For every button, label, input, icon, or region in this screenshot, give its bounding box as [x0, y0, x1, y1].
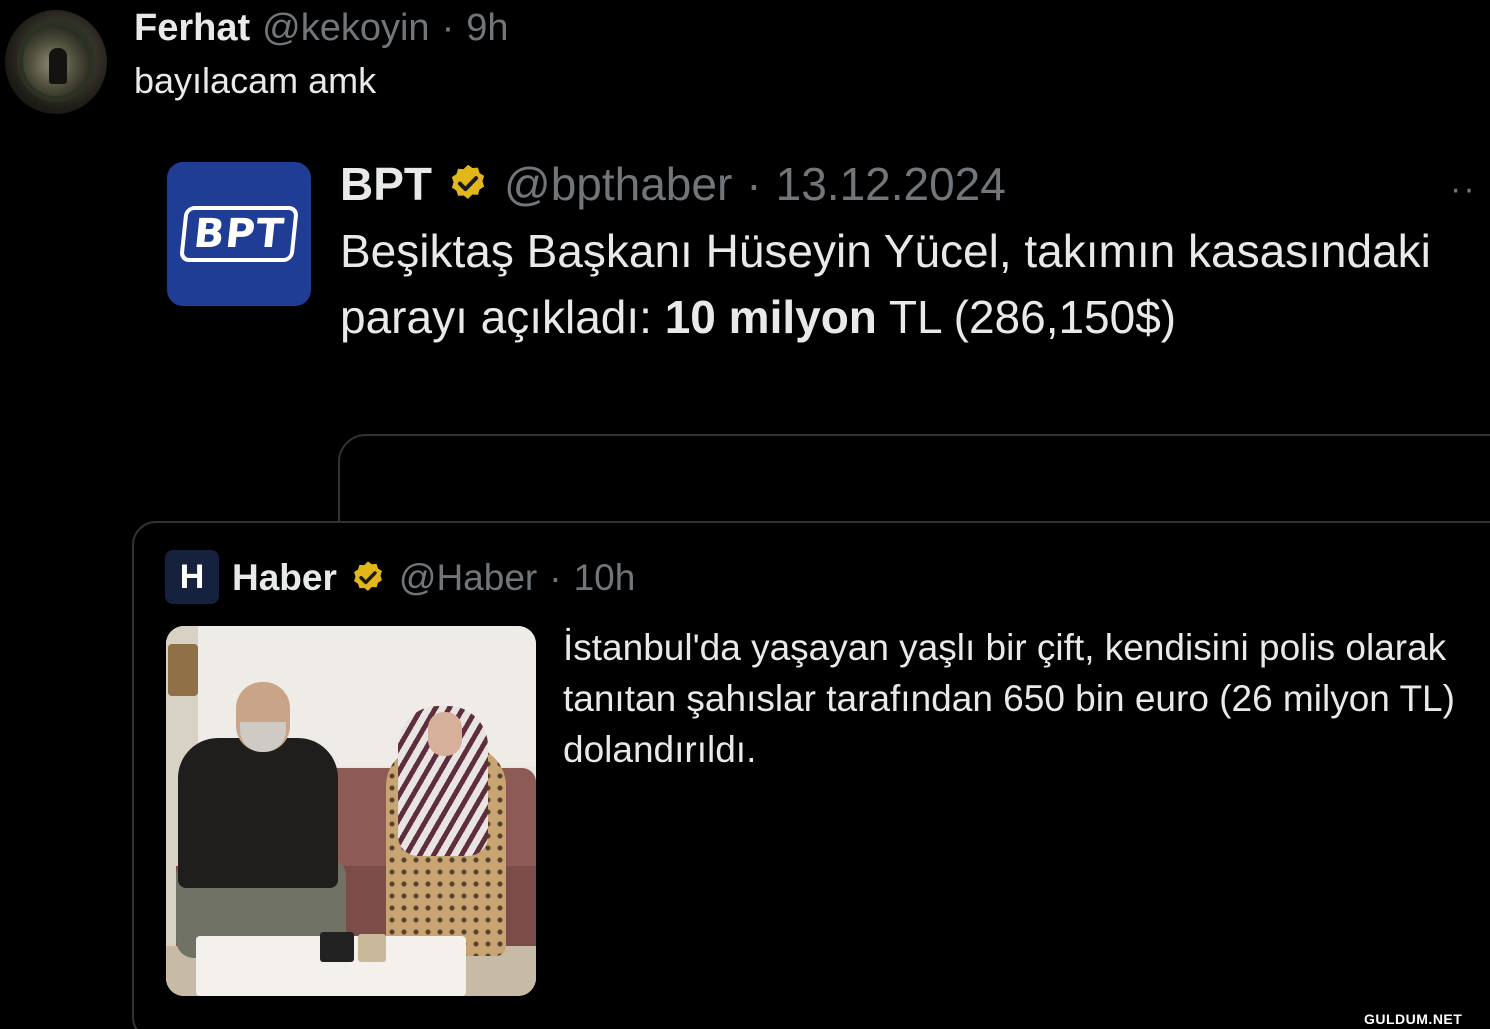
nested-author-handle[interactable]: @Haber: [399, 557, 537, 599]
screenshot: Ferhat @kekoyin · 9h bayılacam amk BPT B…: [0, 0, 1490, 1029]
nested-header: Haber @Haber · 10h: [232, 555, 635, 601]
photo-woman-face: [428, 712, 462, 756]
separator: ·: [746, 158, 762, 210]
more-icon[interactable]: ··: [1450, 170, 1477, 209]
verified-badge-icon: [451, 164, 485, 199]
quoted-text-after: TL (286,150$): [876, 291, 1177, 343]
tweet-time[interactable]: 9h: [466, 7, 508, 50]
nested-time[interactable]: 10h: [574, 557, 636, 599]
nested-avatar[interactable]: H: [165, 550, 219, 604]
bpt-logo-mark: BPT: [179, 206, 299, 262]
author-name[interactable]: Ferhat: [134, 7, 250, 50]
quoted-avatar[interactable]: BPT: [167, 162, 311, 306]
tweet-header: Ferhat @kekoyin · 9h: [134, 6, 509, 50]
photo-phone: [358, 934, 386, 962]
quoted-text-bold: 10 milyon: [664, 291, 877, 343]
news-photo[interactable]: [166, 626, 536, 996]
nested-text: İstanbul'da yaşayan yaşlı bir çift, kend…: [563, 627, 1455, 770]
photo-phone: [320, 932, 354, 962]
quoted-date[interactable]: 13.12.2024: [776, 157, 1006, 211]
separator: ·: [441, 6, 455, 49]
watermark: GULDUM.NET: [1364, 1011, 1463, 1027]
quoted-author-handle[interactable]: @bpthaber: [504, 157, 732, 211]
avatar-figure: [49, 48, 67, 84]
quoted-header: BPT @bpthaber · 13.12.2024: [340, 156, 1006, 212]
photo-basket: [168, 644, 198, 696]
tweet-text: bayılacam amk: [134, 60, 377, 101]
verified-badge-icon: [353, 561, 382, 591]
photo-man-body: [178, 738, 338, 888]
quoted-author-name[interactable]: BPT: [340, 157, 432, 211]
quoted-text: Beşiktaş Başkanı Hüseyin Yücel, takımın …: [340, 218, 1450, 350]
nested-author-name[interactable]: Haber: [232, 557, 337, 599]
separator: ·: [549, 557, 562, 598]
avatar[interactable]: [5, 10, 107, 114]
author-handle[interactable]: @kekoyin: [262, 7, 429, 50]
